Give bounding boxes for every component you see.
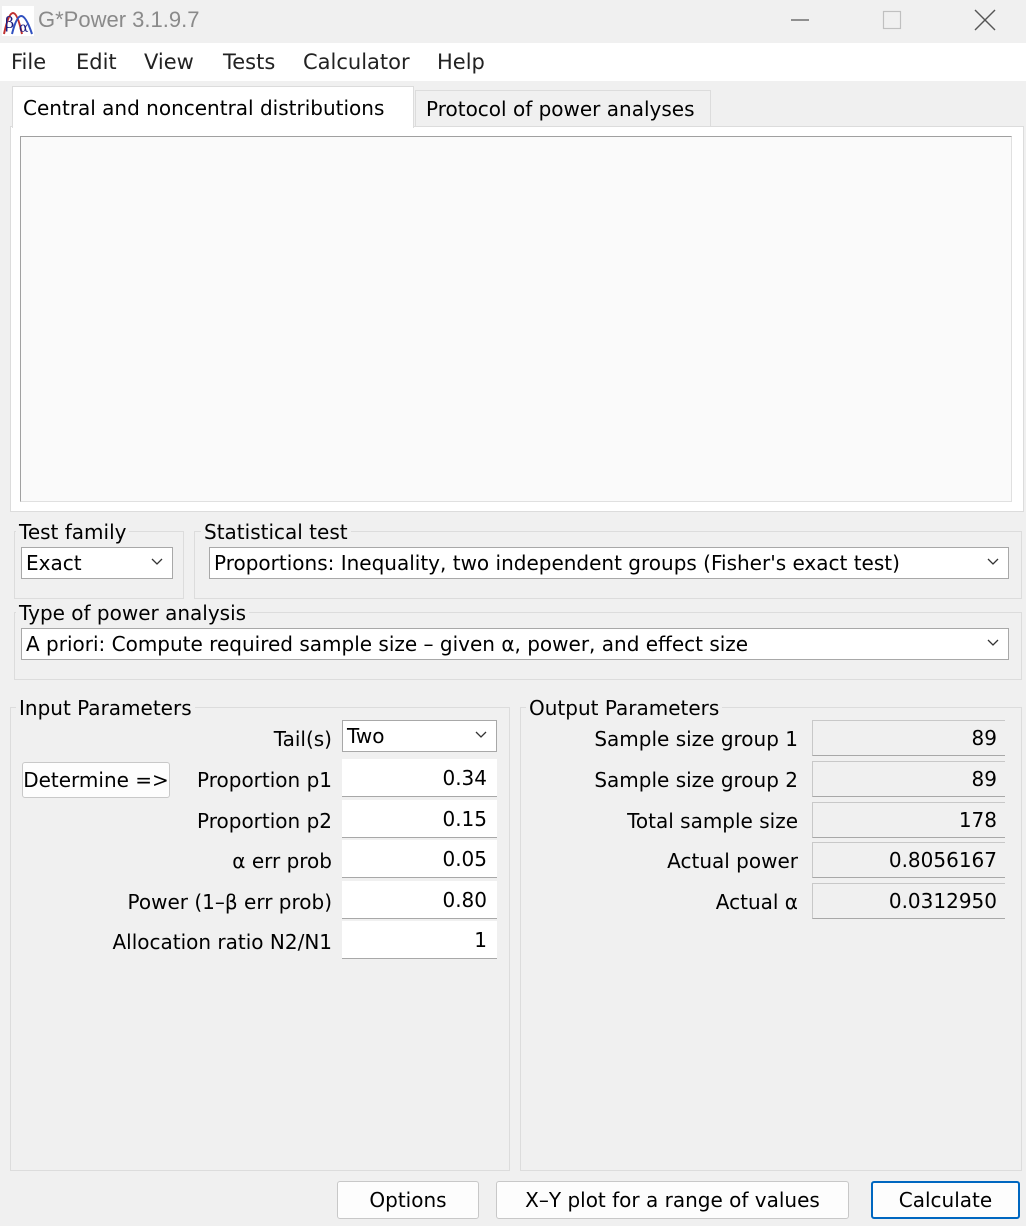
p2-input[interactable]: 0.15 (342, 800, 497, 838)
test-family-dropdown[interactable]: Exact (21, 547, 173, 579)
power-analysis-dropdown[interactable]: A priori: Compute required sample size –… (21, 628, 1009, 660)
calculate-button[interactable]: Calculate (871, 1181, 1020, 1219)
menu-tests[interactable]: Tests (223, 50, 275, 74)
chevron-down-icon (987, 639, 999, 646)
menu-file[interactable]: File (11, 50, 46, 74)
total-output: 178 (812, 802, 1005, 838)
group2-label: Sample size group 2 (594, 768, 798, 792)
menu-edit[interactable]: Edit (76, 50, 117, 74)
group1-label: Sample size group 1 (594, 727, 798, 751)
menu-calculator[interactable]: Calculator (303, 50, 410, 74)
p1-input[interactable]: 0.34 (342, 759, 497, 797)
distribution-plot-area (20, 136, 1012, 502)
tails-value: Two (347, 724, 385, 748)
tab-protocol[interactable]: Protocol of power analyses (415, 90, 711, 126)
statistical-test-label: Statistical test (201, 520, 351, 544)
menu-help[interactable]: Help (437, 50, 485, 74)
menu-bar: File Edit View Tests Calculator Help (0, 43, 1026, 81)
allocation-input[interactable]: 1 (342, 921, 497, 959)
window-title: G*Power 3.1.9.7 (38, 7, 200, 32)
maximize-icon (882, 10, 902, 30)
tails-dropdown[interactable]: Two (342, 720, 497, 752)
tails-label: Tail(s) (273, 727, 332, 751)
svg-text:β: β (5, 13, 14, 32)
menu-view[interactable]: View (144, 50, 194, 74)
close-icon (974, 9, 996, 31)
allocation-label: Allocation ratio N2/N1 (112, 930, 332, 954)
actual-power-label: Actual power (667, 849, 798, 873)
input-parameters-title: Input Parameters (16, 696, 195, 720)
total-label: Total sample size (627, 809, 798, 833)
minimize-icon (791, 19, 809, 21)
actual-power-output: 0.8056167 (812, 842, 1005, 878)
output-parameters-title: Output Parameters (526, 696, 723, 720)
chevron-down-icon (987, 558, 999, 565)
statistical-test-dropdown[interactable]: Proportions: Inequality, two independent… (209, 547, 1009, 579)
group2-output: 89 (812, 761, 1005, 797)
xy-plot-button[interactable]: X–Y plot for a range of values (496, 1181, 849, 1219)
maximize-button[interactable] (862, 0, 922, 40)
title-bar: β α G*Power 3.1.9.7 (0, 0, 1026, 42)
test-family-value: Exact (26, 551, 82, 575)
power-label: Power (1–β err prob) (127, 890, 332, 914)
statistical-test-value: Proportions: Inequality, two independent… (214, 551, 900, 575)
chevron-down-icon (151, 558, 163, 565)
p1-label: Proportion p1 (197, 768, 332, 792)
p2-label: Proportion p2 (197, 809, 332, 833)
test-family-label: Test family (16, 520, 130, 544)
actual-alpha-output: 0.0312950 (812, 883, 1005, 919)
alpha-input[interactable]: 0.05 (342, 840, 497, 878)
options-button[interactable]: Options (337, 1181, 479, 1219)
group1-output: 89 (812, 720, 1005, 756)
minimize-button[interactable] (770, 0, 830, 40)
gpower-logo-icon: β α (2, 6, 34, 36)
close-button[interactable] (955, 0, 1015, 40)
alpha-label: α err prob (232, 849, 332, 873)
svg-text:α: α (19, 20, 29, 36)
tab-central-distributions[interactable]: Central and noncentral distributions (12, 86, 414, 128)
actual-alpha-label: Actual α (715, 890, 798, 914)
power-analysis-label: Type of power analysis (16, 601, 250, 625)
chevron-down-icon (475, 731, 487, 738)
power-analysis-value: A priori: Compute required sample size –… (26, 632, 749, 656)
power-input[interactable]: 0.80 (342, 881, 497, 919)
